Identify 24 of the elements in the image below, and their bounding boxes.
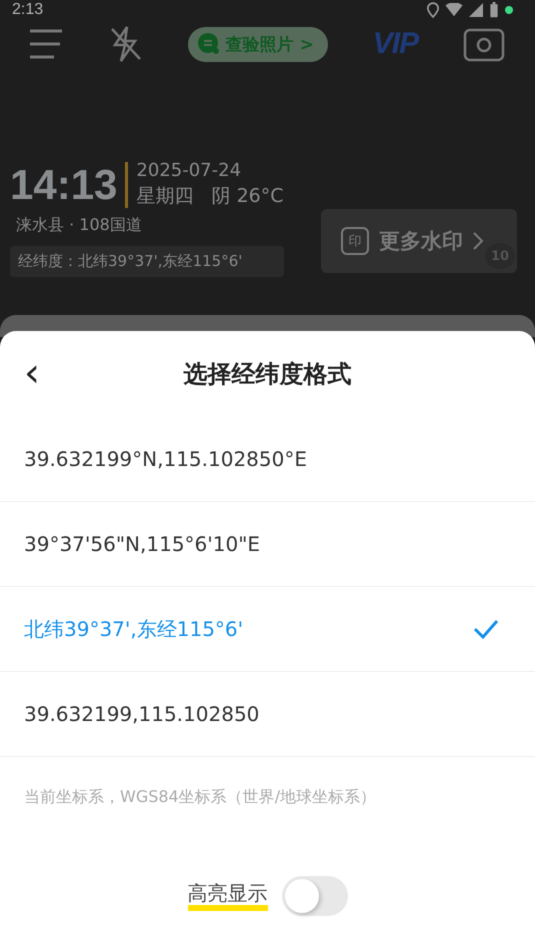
highlight-label: 高亮显示: [188, 881, 268, 911]
format-option[interactable]: 39.632199,115.102850: [0, 672, 535, 757]
format-option[interactable]: 39°37'56"N,115°6'10"E: [0, 502, 535, 587]
highlight-toggle[interactable]: [282, 876, 348, 916]
check-icon: [473, 619, 499, 639]
menu-icon[interactable]: [28, 29, 64, 59]
stamp-icon: 印: [341, 227, 369, 255]
watermark-time: 14:13: [10, 160, 118, 208]
back-button[interactable]: ‹: [18, 353, 46, 393]
format-option[interactable]: 39.632199°N,115.102850°E: [0, 417, 535, 502]
coordinate-system-note: 当前坐标系，WGS84坐标系（世界/地球坐标系）: [23, 786, 378, 808]
weekday-weather: 星期四 阴 26°C: [136, 184, 284, 209]
location-text: 涞水县 · 108国道: [15, 215, 143, 236]
signal-icon: [469, 3, 483, 17]
watermark-date: 2025-07-24: [136, 160, 242, 181]
status-time: 2:13: [12, 1, 44, 19]
notification-dot-icon: [505, 6, 513, 14]
location-icon: [427, 2, 439, 18]
coordinates-label: 经纬度：北纬39°37',东经115°6': [10, 246, 284, 277]
chevron-right-icon: [473, 232, 483, 250]
battery-icon: [489, 2, 499, 18]
sheet-title: 选择经纬度格式: [184, 359, 352, 390]
wifi-icon: [445, 3, 463, 17]
flash-off-icon[interactable]: [108, 25, 143, 63]
